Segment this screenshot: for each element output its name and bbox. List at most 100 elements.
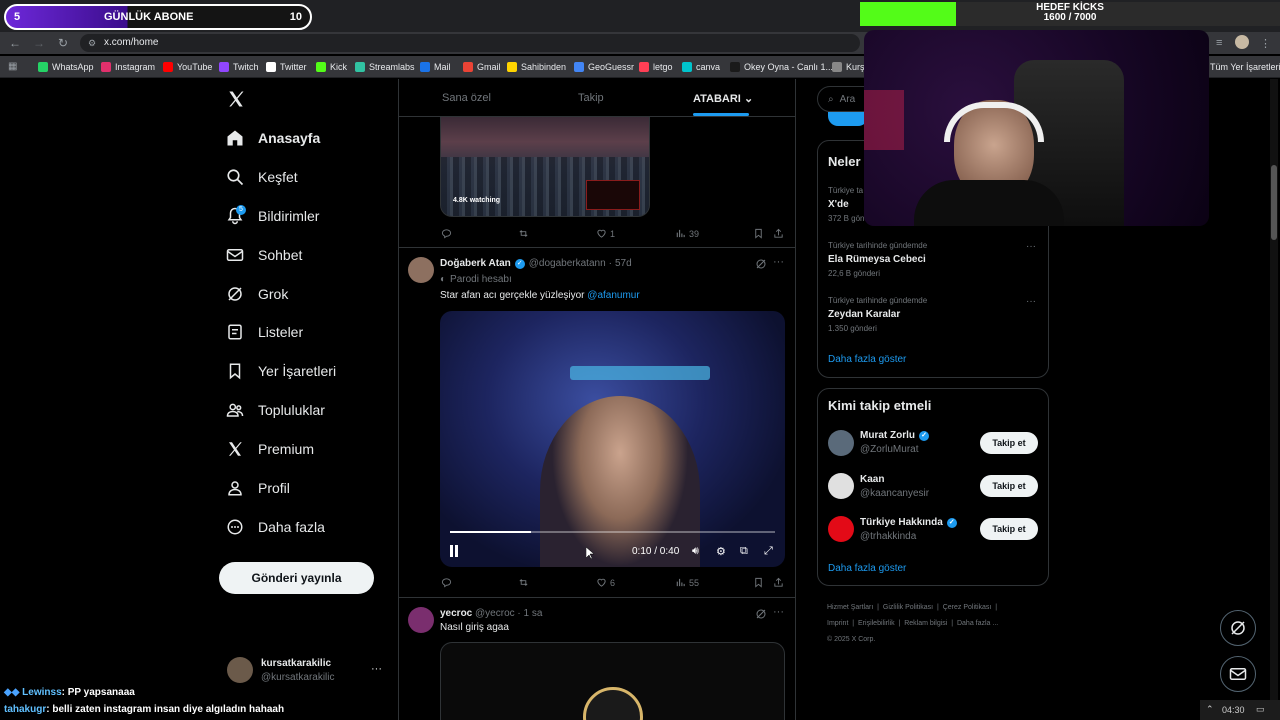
follow-button[interactable]: Takip et bbox=[980, 518, 1038, 540]
footer-link[interactable]: Imprint bbox=[827, 620, 848, 627]
post2-bookmark-button[interactable] bbox=[753, 577, 767, 588]
chevron-up-icon[interactable]: ⌃ bbox=[1206, 704, 1214, 715]
post3-avatar[interactable] bbox=[408, 607, 434, 633]
post1-reply-button[interactable] bbox=[441, 228, 455, 239]
settings-icon[interactable]: ⚙ bbox=[716, 545, 726, 558]
follow-button[interactable]: Takip et bbox=[980, 475, 1038, 497]
pause-icon[interactable] bbox=[450, 545, 460, 557]
bookmark-item[interactable]: Gmail bbox=[463, 60, 501, 74]
x-logo-icon[interactable] bbox=[226, 89, 246, 109]
footer-link[interactable]: Hizmet Şartları bbox=[827, 604, 873, 611]
notification-icon[interactable]: ▭ bbox=[1256, 704, 1265, 715]
user-avatar[interactable] bbox=[227, 657, 253, 683]
post3-author[interactable]: yecroc bbox=[440, 608, 472, 619]
footer-link[interactable]: Reklam bilgisi bbox=[904, 620, 947, 627]
fullscreen-icon[interactable]: ⤢ bbox=[764, 545, 773, 558]
post1-share-button[interactable] bbox=[773, 228, 787, 239]
post-button[interactable]: Gönderi yayınla bbox=[219, 562, 374, 594]
post2-time[interactable]: 57d bbox=[615, 258, 632, 269]
trend-more-icon[interactable]: ··· bbox=[1026, 241, 1036, 252]
grok-small-icon[interactable] bbox=[755, 258, 767, 270]
site-info-icon[interactable]: ⚙ bbox=[88, 38, 98, 48]
more-vert-icon[interactable]: ⋮ bbox=[1260, 37, 1272, 50]
all-bookmarks[interactable]: Tüm Yer İşaretleri bbox=[1210, 60, 1280, 74]
messages-fab[interactable] bbox=[1220, 656, 1256, 692]
post3-more-icon[interactable]: ··· bbox=[773, 606, 784, 618]
post3-handle[interactable]: @yecroc bbox=[475, 608, 515, 619]
nav-more[interactable]: Daha fazla bbox=[226, 515, 325, 539]
scrollbar-thumb[interactable] bbox=[1271, 165, 1277, 240]
post2-retweet-button[interactable] bbox=[518, 577, 532, 588]
post2-reply-button[interactable] bbox=[441, 577, 455, 588]
post1-retweet-button[interactable] bbox=[518, 228, 532, 239]
nav-profile[interactable]: Profil bbox=[226, 476, 290, 500]
nav-lists[interactable]: Listeler bbox=[226, 320, 303, 344]
post1-like-button[interactable]: 1 bbox=[596, 228, 615, 239]
pip-icon[interactable]: ⧉ bbox=[740, 545, 748, 558]
menu-icon[interactable]: ≡ bbox=[1216, 37, 1228, 49]
trend-name[interactable]: X'de bbox=[828, 199, 849, 210]
trend-more-icon[interactable]: ··· bbox=[1026, 296, 1036, 307]
tab-atabari[interactable]: ATABARI ⌄ bbox=[693, 92, 753, 105]
post2-mention[interactable]: @afanumur bbox=[587, 290, 639, 301]
post2-handle[interactable]: @dogaberkatann bbox=[529, 258, 606, 269]
forward-icon[interactable]: → bbox=[32, 36, 46, 50]
bookmark-item[interactable]: Twitch bbox=[219, 60, 259, 74]
suggestion-name[interactable]: Murat Zorlu bbox=[860, 430, 915, 441]
footer-link[interactable]: Daha fazla ... bbox=[957, 620, 998, 627]
back-icon[interactable]: ← bbox=[8, 36, 22, 50]
post2-video[interactable]: 0:10 / 0:40 🔊︎ ⚙ ⧉ ⤢ bbox=[440, 311, 785, 567]
footer-link[interactable]: Çerez Politikası bbox=[943, 604, 992, 611]
reload-icon[interactable]: ↻ bbox=[56, 36, 70, 50]
post1-views-button[interactable]: 39 bbox=[675, 228, 699, 239]
suggestion-avatar[interactable] bbox=[828, 430, 854, 456]
post2-views-button[interactable]: 55 bbox=[675, 577, 699, 588]
bookmark-item[interactable]: canva bbox=[682, 60, 720, 74]
nav-premium[interactable]: Premium bbox=[226, 437, 314, 461]
bookmark-item[interactable]: Twitter bbox=[266, 60, 307, 74]
post2-avatar[interactable] bbox=[408, 257, 434, 283]
nav-explore[interactable]: Keşfet bbox=[226, 165, 298, 189]
post2-more-icon[interactable]: ··· bbox=[773, 256, 784, 268]
footer-link[interactable]: Gizlilik Politikası bbox=[883, 604, 933, 611]
bookmark-item[interactable]: YouTube bbox=[163, 60, 212, 74]
bookmark-item[interactable]: Mail bbox=[420, 60, 451, 74]
bookmark-item[interactable]: GeoGuessr bbox=[574, 60, 634, 74]
post1-media[interactable]: 4.8K watching bbox=[440, 117, 650, 217]
suggestion-avatar[interactable] bbox=[828, 516, 854, 542]
profile-avatar-icon[interactable] bbox=[1235, 35, 1249, 49]
trend-name[interactable]: Zeydan Karalar bbox=[828, 309, 900, 320]
address-bar[interactable] bbox=[80, 34, 860, 52]
bookmark-item[interactable]: Okey Oyna - Canlı 1... bbox=[730, 60, 833, 74]
tab-following[interactable]: Takip bbox=[578, 92, 604, 104]
post2-share-button[interactable] bbox=[773, 577, 787, 588]
post2-like-button[interactable]: 6 bbox=[596, 577, 615, 588]
grok-small-icon[interactable] bbox=[755, 608, 767, 620]
suggestion-name[interactable]: Kaan bbox=[860, 474, 884, 485]
account-menu-icon[interactable]: ··· bbox=[371, 663, 382, 675]
bookmark-item[interactable]: letgo bbox=[639, 60, 673, 74]
nav-chat[interactable]: Sohbet bbox=[226, 243, 302, 267]
grok-fab[interactable] bbox=[1220, 610, 1256, 646]
suggestion-name[interactable]: Türkiye Hakkında bbox=[860, 517, 943, 528]
bookmark-item[interactable]: Kick bbox=[316, 60, 347, 74]
post3-time[interactable]: 1 sa bbox=[524, 608, 543, 619]
nav-home[interactable]: Anasayfa bbox=[226, 126, 320, 150]
trend-name[interactable]: Ela Rümeysa Cebeci bbox=[828, 254, 926, 265]
post1-bookmark-button[interactable] bbox=[753, 228, 767, 239]
tab-for-you[interactable]: Sana özel bbox=[442, 92, 491, 104]
trend-chip[interactable] bbox=[828, 112, 868, 126]
nav-bookmarks[interactable]: Yer İşaretleri bbox=[226, 359, 336, 383]
bookmark-item[interactable]: WhatsApp bbox=[38, 60, 94, 74]
nav-communities[interactable]: Topluluklar bbox=[226, 398, 325, 422]
follow-show-more[interactable]: Daha fazla göster bbox=[828, 563, 906, 574]
bookmark-item[interactable]: Sahibinden bbox=[507, 60, 566, 74]
suggestion-avatar[interactable] bbox=[828, 473, 854, 499]
bookmark-item[interactable]: Streamlabs bbox=[355, 60, 415, 74]
post2-author[interactable]: Doğaberk Atan bbox=[440, 258, 511, 269]
follow-button[interactable]: Takip et bbox=[980, 432, 1038, 454]
bookmark-item[interactable]: Instagram bbox=[101, 60, 155, 74]
footer-link[interactable]: Erişilebilirlik bbox=[858, 620, 895, 627]
trends-show-more[interactable]: Daha fazla göster bbox=[828, 354, 906, 365]
volume-icon[interactable]: 🔊︎ bbox=[692, 545, 699, 558]
